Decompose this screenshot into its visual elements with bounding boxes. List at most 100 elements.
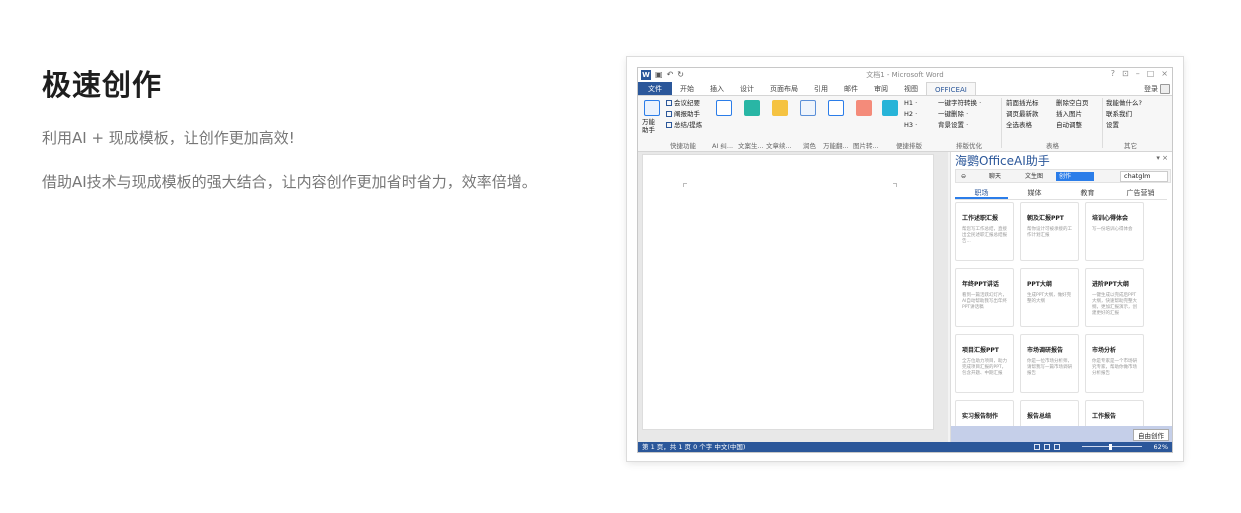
robot-icon[interactable] [644,100,660,116]
close-icon[interactable]: × [1161,69,1168,78]
doc-icon [666,100,672,106]
insert-image-button[interactable]: 插入图片 [1056,109,1089,120]
char-convert-button[interactable]: 一键字符转换 · [938,98,981,109]
card-title: PPT大纲 [1027,281,1052,288]
template-card[interactable]: PPT大纲 生成PPT大纲，做好完整的大纲 [1020,268,1079,327]
auto-adjust-button[interactable]: 自动调整 [1056,120,1089,131]
template-card[interactable]: 年终PPT讲话 看到一篇活跃幻灯片，AI自动帮助我写出年终PPT讲话稿 [955,268,1014,327]
select-table-button[interactable]: 全选表格 [1006,120,1039,131]
model-select[interactable]: chatglm [1120,171,1168,182]
ai-correct-icon[interactable] [716,100,732,116]
zoom-slider-thumb[interactable] [1109,444,1112,450]
minimize-icon[interactable]: – [1136,69,1140,78]
h1-button[interactable]: H1 · [904,98,917,109]
read-mode-icon[interactable] [1034,444,1040,450]
image-convert-icon[interactable] [856,100,872,116]
back-icon[interactable]: ⊖ [958,172,969,181]
group-label-translate: 万能翻... [823,142,849,150]
group-label-table: 表格 [1046,142,1059,150]
template-card[interactable]: 市场调研报告 你是一位市场分析师，请帮我写一篇市场调研报告 [1020,334,1079,393]
card-title: 项目汇报PPT [962,347,999,354]
delete-blank-page-button[interactable]: 删除空白页 [1056,98,1089,109]
template-card[interactable]: 市场分析 你是专家是一个市场研究专家，帮助你做市场分析报告 [1085,334,1144,393]
tab-layout[interactable]: 页面布局 [762,82,806,95]
h3-button[interactable]: H3 · [904,120,917,131]
zoom-slider[interactable] [1082,446,1142,447]
chat-button[interactable]: 聊天 [986,172,1004,181]
tab-file[interactable]: 文件 [638,82,672,95]
template-card[interactable]: 朝及汇报PPT 帮你设计可被承接的工作计划汇报 [1020,202,1079,261]
window-controls: ? ⊡ – □ × [1111,69,1168,78]
tab-review[interactable]: 审阅 [866,82,896,95]
help-icon[interactable]: ? [1111,69,1115,78]
background-settings-button[interactable]: 背景设置 · [938,120,981,131]
one-click-delete-button[interactable]: 一键删除 · [938,109,981,120]
hero-subtitle-1: 利用AI + 现成模板，让创作更加高效! [42,129,295,147]
card-desc: 看到一篇活跃幻灯片，AI自动帮助我写出年终PPT讲话稿 [962,293,1007,310]
translate-icon[interactable] [828,100,844,116]
template-card[interactable]: 项目汇报PPT 全方位助力项目，助力完成项目汇报的PPT，包含开题、中期汇报 [955,334,1014,393]
create-button[interactable]: 创作 [1056,172,1094,181]
word-window: W ▣ ↶ ↻ 文档1 - Microsoft Word ? ⊡ – □ × 文… [637,67,1173,453]
page-adjust-button[interactable]: 调页最新款 [1006,109,1039,120]
card-title: 进阶PPT大纲 [1092,281,1129,288]
maximize-icon[interactable]: □ [1147,69,1155,78]
card-title: 市场调研报告 [1027,347,1064,354]
contact-us-button[interactable]: 联系我们 [1106,109,1142,120]
tab-design[interactable]: 设计 [732,82,762,95]
tab-home[interactable]: 开始 [672,82,702,95]
tab-media[interactable]: 媒体 [1008,188,1061,199]
panel-tabs: 职场 媒体 教育 广告营销 [955,188,1167,200]
what-can-i-do-button[interactable]: 我能做什么? [1106,98,1142,109]
copywriting-icon[interactable] [744,100,760,116]
tab-references[interactable]: 引用 [806,82,836,95]
card-desc: 全方位助力项目，助力完成项目汇报的PPT，包含开题、中期汇报 [962,359,1007,376]
wanneng-button[interactable]: 万能 助手 [642,118,664,134]
doc-icon [666,111,672,117]
group-label-ai-correct: AI 纠... [712,142,734,150]
polish-icon[interactable] [800,100,816,116]
text-to-image-button[interactable]: 文生图 [1022,172,1046,181]
card-title: 工作报告 [1092,413,1117,420]
convert-group: 一键字符转换 · 一键删除 · 背景设置 · [938,98,981,131]
group-label-optimize: 排版优化 [956,142,982,150]
group-label-continue: 文章续... [766,142,792,150]
table-tools-group-2: 删除空白页 插入图片 自动调整 [1056,98,1089,131]
typeset-icon[interactable] [882,100,898,116]
template-cards: 工作述职汇报 帮您写工作总结，直接出全民述职汇报总结报告... 朝及汇报PPT 帮你… [955,202,1167,440]
template-card[interactable]: 培训心得体会 写一份培训心得体会 [1085,202,1144,261]
card-desc: 写一份培训心得体会 [1092,227,1133,232]
tab-officeai[interactable]: OFFICEAI [926,82,976,95]
insert-cursor-button[interactable]: 前面插光标 [1006,98,1039,109]
tab-mailings[interactable]: 邮件 [836,82,866,95]
panel-close-icon[interactable]: × [1162,154,1168,162]
continue-writing-icon[interactable] [772,100,788,116]
card-title: 实习报告制作 [962,413,999,420]
settings-button[interactable]: 设置 [1106,120,1142,131]
document-page[interactable] [642,154,934,430]
meeting-minutes-button[interactable]: 会议纪要 [666,98,702,109]
group-label-shortcut: 快捷功能 [670,142,696,150]
tab-marketing[interactable]: 广告营销 [1114,188,1167,199]
avatar[interactable] [1160,84,1170,94]
template-card[interactable]: 进阶PPT大纲 一键生成以完成后PPT大纲，快速帮助完整大纲，更加汇报演示，创建更… [1085,268,1144,327]
web-layout-icon[interactable] [1054,444,1060,450]
print-layout-icon[interactable] [1044,444,1050,450]
tab-education[interactable]: 教育 [1061,188,1114,199]
tab-view[interactable]: 视图 [896,82,926,95]
login-link[interactable]: 登录 [1144,82,1158,96]
tab-workplace[interactable]: 职场 [955,188,1008,199]
h2-button[interactable]: H2 · [904,109,917,120]
ribbon-display-icon[interactable]: ⊡ [1122,69,1129,78]
tab-insert[interactable]: 插入 [702,82,732,95]
title-bar: W ▣ ↶ ↻ 文档1 - Microsoft Word ? ⊡ – □ × [638,68,1172,82]
report-assistant-button[interactable]: 阐报助手 [666,109,702,120]
template-card[interactable]: 工作述职汇报 帮您写工作总结，直接出全民述职汇报总结报告... [955,202,1014,261]
zoom-level[interactable]: 62% [1154,442,1168,452]
dropdown-icon[interactable]: ▾ [1156,154,1160,162]
summarize-button[interactable]: 总结/提炼 [666,120,702,131]
ribbon-tabs: 文件 开始 插入 设计 页面布局 引用 邮件 审阅 视图 OFFICEAI 登录 [638,82,1172,96]
screenshot-frame: W ▣ ↶ ↻ 文档1 - Microsoft Word ? ⊡ – □ × 文… [627,57,1183,461]
free-create-button[interactable]: 自由创作 [1133,429,1169,441]
group-label-copywriting: 文案生... [738,142,764,150]
